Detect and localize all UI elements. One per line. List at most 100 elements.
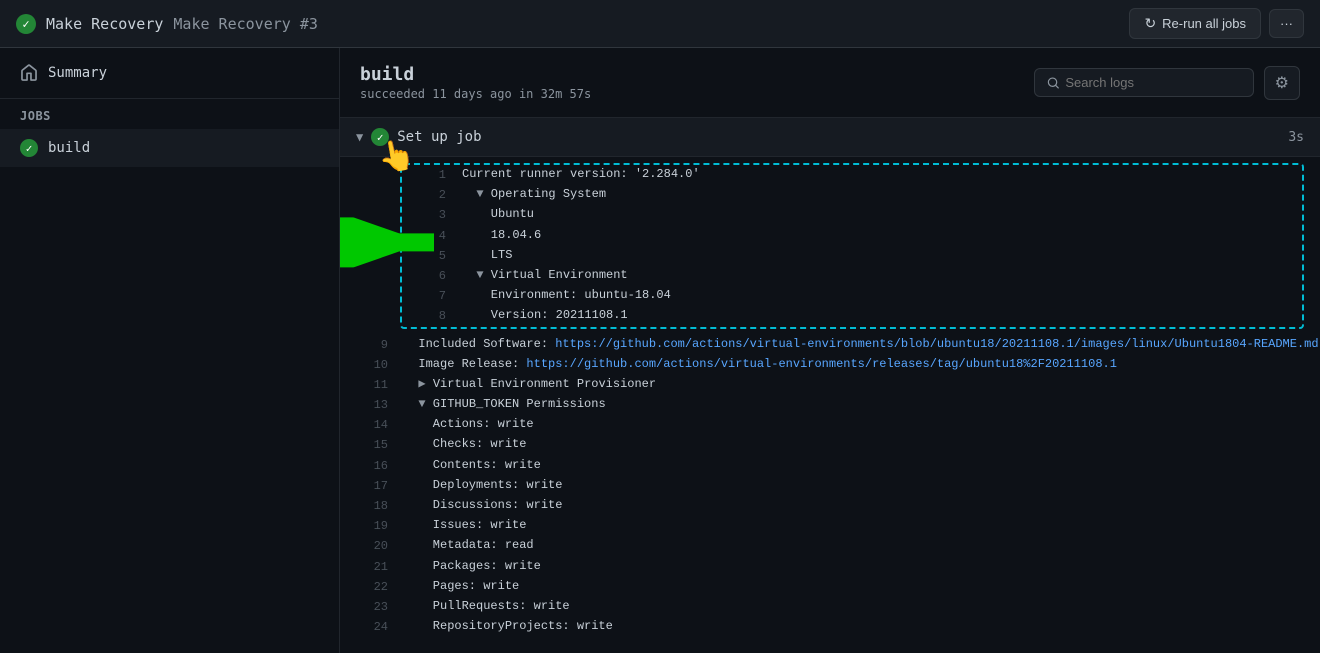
main-layout: Summary Jobs build build succeeded 11 da… [0, 48, 1320, 653]
log-line[interactable]: 17 Deployments: write [340, 476, 1320, 496]
workflow-title: Make Recovery [46, 15, 163, 33]
line-content: PullRequests: write [404, 597, 1308, 616]
line-number: 22 [352, 577, 388, 597]
line-content: 18.04.6 [462, 226, 1294, 245]
line-number: 14 [352, 415, 388, 435]
line-content: Current runner version: '2.284.0' [462, 165, 1294, 184]
settings-button[interactable]: ⚙ [1264, 66, 1300, 100]
log-line[interactable]: 24 RepositoryProjects: write [340, 617, 1320, 637]
line-number: 5 [410, 246, 446, 266]
log-line[interactable]: 15 Checks: write [340, 435, 1320, 455]
line-content: Version: 20211108.1 [462, 306, 1294, 325]
content-area: build succeeded 11 days ago in 32m 57s ⚙ [340, 48, 1320, 653]
line-number: 16 [352, 456, 388, 476]
line-number: 24 [352, 617, 388, 637]
top-header: Make Recovery Make Recovery #3 ↻ Re-run … [0, 0, 1320, 48]
job-status-icon [20, 139, 38, 157]
workflow-status-icon [16, 14, 36, 34]
job-name: build [48, 140, 90, 156]
line-content: Included Software: https://github.com/ac… [404, 335, 1319, 354]
log-line[interactable]: 14 Actions: write [340, 415, 1320, 435]
highlighted-region: 👆 1 Current runner version: '2.284.0' 2 … [340, 163, 1320, 329]
line-content: LTS [462, 246, 1294, 265]
jobs-section-label: Jobs [0, 99, 339, 129]
line-number: 15 [352, 435, 388, 455]
step-duration: 3s [1288, 130, 1304, 145]
summary-label: Summary [48, 65, 107, 81]
search-logs-container[interactable] [1034, 68, 1254, 97]
step-name: Set up job [397, 129, 481, 145]
log-line[interactable]: 2 ▼ Operating System [402, 185, 1302, 205]
line-content: Contents: write [404, 456, 1308, 475]
line-content: Metadata: read [404, 536, 1308, 555]
line-content: Environment: ubuntu-18.04 [462, 286, 1294, 305]
line-content: ▶ Virtual Environment Provisioner [404, 375, 1308, 394]
build-meta: succeeded 11 days ago in 32m 57s [360, 87, 591, 101]
log-line[interactable]: 13 ▼ GITHUB_TOKEN Permissions [340, 395, 1320, 415]
more-options-button[interactable]: ··· [1269, 9, 1304, 38]
included-software-link[interactable]: https://github.com/actions/virtual-envir… [555, 337, 1318, 351]
line-content: Image Release: https://github.com/action… [404, 355, 1308, 374]
run-label: Make Recovery #3 [173, 15, 318, 33]
line-number: 11 [352, 375, 388, 395]
header-left: Make Recovery Make Recovery #3 [16, 14, 318, 34]
gear-icon: ⚙ [1275, 75, 1289, 92]
line-content: Discussions: write [404, 496, 1308, 515]
line-number: 10 [352, 355, 388, 375]
line-content: Ubuntu [462, 205, 1294, 224]
image-release-link[interactable]: https://github.com/actions/virtual-envir… [526, 357, 1117, 371]
line-number: 19 [352, 516, 388, 536]
line-content: RepositoryProjects: write [404, 617, 1308, 636]
line-number: 7 [410, 286, 446, 306]
step-header-left: ▼ Set up job [356, 128, 482, 146]
line-number: 1 [410, 165, 446, 185]
sidebar-item-summary[interactable]: Summary [0, 48, 339, 99]
home-icon [20, 64, 38, 82]
log-line[interactable]: 20 Metadata: read [340, 536, 1320, 556]
log-line[interactable]: 4 18.04.6 [402, 226, 1302, 246]
log-line[interactable]: 18 Discussions: write [340, 496, 1320, 516]
log-line[interactable]: 7 Environment: ubuntu-18.04 [402, 286, 1302, 306]
line-content: ▼ Operating System [462, 185, 1294, 204]
search-icon [1047, 76, 1060, 90]
line-content: Packages: write [404, 557, 1308, 576]
line-content: Checks: write [404, 435, 1308, 454]
rerun-icon: ↻ [1144, 15, 1156, 32]
log-line[interactable]: 16 Contents: write [340, 456, 1320, 476]
log-line[interactable]: 3 Ubuntu [402, 205, 1302, 225]
log-line[interactable]: 5 LTS [402, 246, 1302, 266]
log-line[interactable]: 21 Packages: write [340, 557, 1320, 577]
build-info: build succeeded 11 days ago in 32m 57s [360, 64, 591, 101]
rerun-all-jobs-button[interactable]: ↻ Re-run all jobs [1129, 8, 1261, 39]
line-number: 8 [410, 306, 446, 326]
line-number: 13 [352, 395, 388, 415]
line-content: Actions: write [404, 415, 1308, 434]
step-status-icon [371, 128, 389, 146]
sidebar: Summary Jobs build [0, 48, 340, 653]
log-line[interactable]: 1 Current runner version: '2.284.0' [402, 165, 1302, 185]
log-line[interactable]: 8 Version: 20211108.1 [402, 306, 1302, 326]
rerun-button-label: Re-run all jobs [1162, 16, 1246, 31]
log-line[interactable]: 6 ▼ Virtual Environment [402, 266, 1302, 286]
log-line[interactable]: 22 Pages: write [340, 577, 1320, 597]
line-number: 9 [352, 335, 388, 355]
line-number: 20 [352, 536, 388, 556]
build-header-right: ⚙ [1034, 66, 1300, 100]
build-header: build succeeded 11 days ago in 32m 57s ⚙ [340, 48, 1320, 118]
log-line[interactable]: 9 Included Software: https://github.com/… [340, 335, 1320, 355]
log-line[interactable]: 10 Image Release: https://github.com/act… [340, 355, 1320, 375]
search-logs-input[interactable] [1065, 75, 1240, 90]
step-header-setup-job[interactable]: ▼ Set up job 3s [340, 118, 1320, 157]
sidebar-job-item-build[interactable]: build [0, 129, 339, 167]
log-line[interactable]: 11 ▶ Virtual Environment Provisioner [340, 375, 1320, 395]
header-right: ↻ Re-run all jobs ··· [1129, 8, 1304, 39]
log-line[interactable]: 23 PullRequests: write [340, 597, 1320, 617]
line-number: 6 [410, 266, 446, 286]
line-number: 18 [352, 496, 388, 516]
line-number: 21 [352, 557, 388, 577]
line-content: ▼ GITHUB_TOKEN Permissions [404, 395, 1308, 414]
log-line[interactable]: 19 Issues: write [340, 516, 1320, 536]
line-number: 2 [410, 185, 446, 205]
log-lines: 👆 1 Current runner version: '2.284.0' 2 … [340, 163, 1320, 637]
line-number: 17 [352, 476, 388, 496]
